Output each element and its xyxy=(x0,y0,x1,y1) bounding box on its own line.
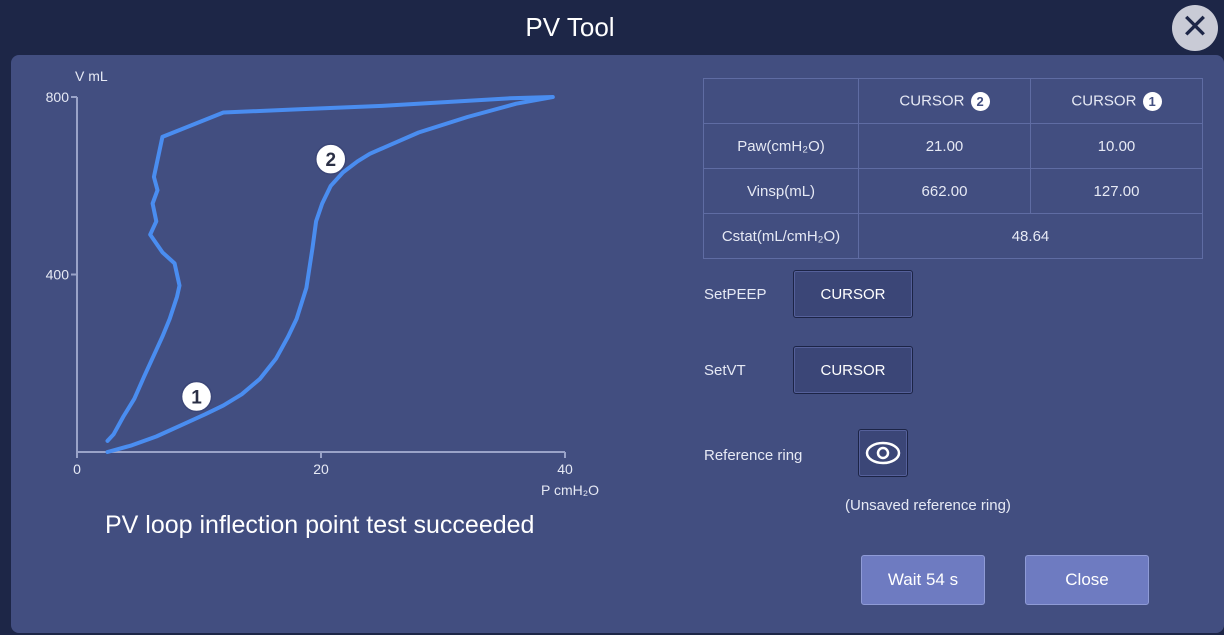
cstat-value: 48.64 xyxy=(858,213,1203,259)
table-corner-cell xyxy=(703,78,859,124)
table-header-row: CURSOR 2 CURSOR 1 xyxy=(703,78,1203,124)
reference-ring-note: (Unsaved reference ring) xyxy=(845,497,1011,514)
reference-ring-toggle[interactable] xyxy=(858,429,908,477)
x-tick-label: 0 xyxy=(73,461,81,477)
chart-axes: 0 20 40 400 800 xyxy=(46,89,573,477)
cursor-marker-1: 1 xyxy=(180,380,213,413)
cstat-label: Cstat(mL/cmH₂O) xyxy=(703,213,859,259)
paw-cursor-1-value: 10.00 xyxy=(1030,123,1203,169)
cursor-table: CURSOR 2 CURSOR 1 Paw(cmH₂O) 21.00 10.00… xyxy=(703,78,1203,259)
setpeep-label: SetPEEP xyxy=(704,286,767,303)
table-row: Paw(cmH₂O) 21.00 10.00 xyxy=(703,123,1203,169)
pv-tool-panel: 0 20 40 400 800 1 2 V mL P cmH₂O PV loop infl… xyxy=(11,55,1224,633)
paw-cursor-2-value: 21.00 xyxy=(858,123,1031,169)
reference-ring-label: Reference ring xyxy=(704,447,803,464)
vinsp-label: Vinsp(mL) xyxy=(703,168,859,214)
cursor-1-badge: 1 xyxy=(1142,91,1162,111)
cursor-1-header: CURSOR 1 xyxy=(1030,78,1203,124)
y-tick-label: 800 xyxy=(46,89,70,105)
cursor-marker-label: 2 xyxy=(325,150,336,171)
x-axis-label: P cmH₂O xyxy=(541,482,599,498)
pv-loop-chart: 0 20 40 400 800 1 2 V mL P cmH₂O xyxy=(46,68,600,498)
x-tick-label: 20 xyxy=(313,461,329,477)
table-row: Cstat(mL/cmH₂O) 48.64 xyxy=(703,213,1203,259)
title-bar: PV Tool ✕ xyxy=(0,0,1224,55)
y-tick-label: 400 xyxy=(46,267,70,283)
close-icon[interactable]: ✕ xyxy=(1172,5,1218,51)
setvt-label: SetVT xyxy=(704,362,746,379)
cursor-1-header-label: CURSOR xyxy=(1071,91,1137,109)
vinsp-cursor-2-value: 662.00 xyxy=(858,168,1031,214)
y-axis-label: V mL xyxy=(75,68,108,84)
test-status-message: PV loop inflection point test succeeded xyxy=(105,511,535,539)
setpeep-cursor-button[interactable]: CURSOR xyxy=(793,270,913,318)
table-row: Vinsp(mL) 662.00 127.00 xyxy=(703,168,1203,214)
wait-button[interactable]: Wait 54 s xyxy=(861,555,985,605)
x-tick-label: 40 xyxy=(557,461,573,477)
cursor-marker-2: 2 xyxy=(315,143,347,175)
eye-icon xyxy=(865,441,901,465)
cursor-marker-label: 1 xyxy=(191,388,202,409)
cursor-2-badge: 2 xyxy=(970,91,990,111)
window-title: PV Tool xyxy=(525,12,615,42)
paw-label: Paw(cmH₂O) xyxy=(703,123,859,169)
close-button[interactable]: Close xyxy=(1025,555,1149,605)
cursor-2-header: CURSOR 2 xyxy=(858,78,1031,124)
setvt-cursor-button[interactable]: CURSOR xyxy=(793,346,913,394)
cursor-2-header-label: CURSOR xyxy=(899,91,965,109)
vinsp-cursor-1-value: 127.00 xyxy=(1030,168,1203,214)
